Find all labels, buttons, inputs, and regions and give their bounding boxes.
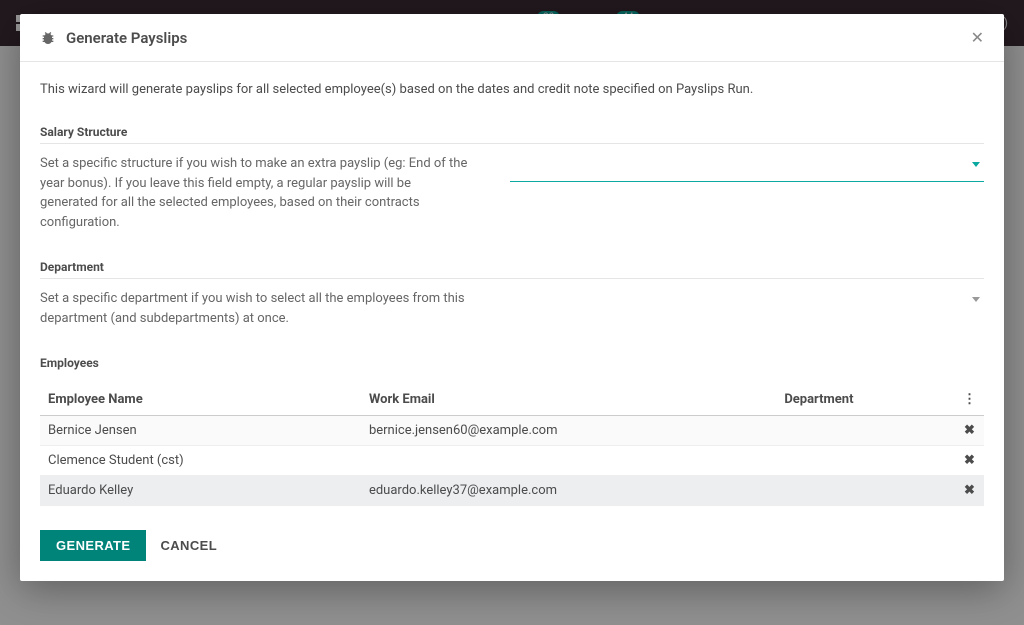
section-employees: Employees (40, 356, 984, 374)
cell-email: bernice.jensen60@example.com (361, 416, 776, 446)
delete-row-icon[interactable]: ✖ (955, 446, 984, 476)
help-salary-structure: Set a specific structure if you wish to … (40, 154, 470, 232)
cell-name: Bernice Jensen (40, 416, 361, 446)
modal-title: Generate Payslips (66, 29, 187, 47)
table-row[interactable]: Bernice Jensen bernice.jensen60@example.… (40, 416, 984, 446)
bug-icon (40, 30, 56, 46)
col-department[interactable]: Department (776, 384, 955, 416)
field-department: Set a specific department if you wish to… (40, 289, 984, 328)
modal-overlay: Generate Payslips ✕ This wizard will gen… (0, 0, 1024, 625)
delete-row-icon[interactable]: ✖ (955, 416, 984, 446)
department-input[interactable] (510, 289, 984, 317)
intro-text: This wizard will generate payslips for a… (40, 82, 984, 97)
col-employee-name[interactable]: Employee Name (40, 384, 361, 416)
employees-table: Employee Name Work Email Department ⋮ Be… (40, 384, 984, 506)
generate-button[interactable]: GENERATE (40, 530, 146, 561)
delete-row-icon[interactable]: ✖ (955, 476, 984, 506)
modal-footer: GENERATE CANCEL (20, 514, 1004, 581)
cell-dept (776, 476, 955, 506)
cell-dept (776, 446, 955, 476)
help-department: Set a specific department if you wish to… (40, 289, 470, 328)
salary-structure-input[interactable] (510, 154, 984, 182)
cell-name: Clemence Student (cst) (40, 446, 361, 476)
generate-payslips-modal: Generate Payslips ✕ This wizard will gen… (20, 14, 1004, 581)
table-row[interactable]: Clemence Student (cst) ✖ (40, 446, 984, 476)
cell-email: eduardo.kelley37@example.com (361, 476, 776, 506)
section-department: Department (40, 260, 984, 279)
modal-header: Generate Payslips ✕ (20, 14, 1004, 62)
kebab-icon[interactable]: ⋮ (963, 392, 976, 407)
cell-dept (776, 416, 955, 446)
field-salary-structure: Set a specific structure if you wish to … (40, 154, 984, 232)
cell-email (361, 446, 776, 476)
table-row[interactable]: Eduardo Kelley eduardo.kelley37@example.… (40, 476, 984, 506)
cell-name: Eduardo Kelley (40, 476, 361, 506)
modal-body: This wizard will generate payslips for a… (20, 62, 1004, 514)
col-work-email[interactable]: Work Email (361, 384, 776, 416)
close-icon[interactable]: ✕ (971, 28, 984, 47)
section-salary-structure: Salary Structure (40, 125, 984, 144)
cancel-button[interactable]: CANCEL (160, 538, 217, 553)
